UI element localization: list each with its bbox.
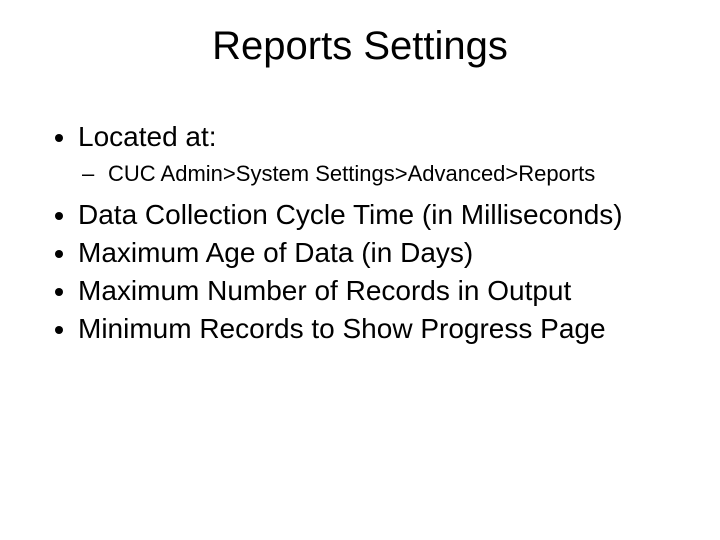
located-at-label: Located at: bbox=[78, 121, 217, 152]
sub-bullet-list: CUC Admin>System Settings>Advanced>Repor… bbox=[78, 160, 670, 188]
bullet-cycle-time: Data Collection Cycle Time (in Milliseco… bbox=[78, 198, 670, 232]
bullet-max-records: Maximum Number of Records in Output bbox=[78, 274, 670, 308]
sub-bullet-path: CUC Admin>System Settings>Advanced>Repor… bbox=[108, 160, 670, 188]
bullet-located-at: Located at: CUC Admin>System Settings>Ad… bbox=[78, 120, 670, 188]
bullet-list: Located at: CUC Admin>System Settings>Ad… bbox=[50, 120, 670, 346]
slide-title: Reports Settings bbox=[0, 24, 720, 69]
slide: Reports Settings Located at: CUC Admin>S… bbox=[0, 0, 720, 540]
bullet-max-age: Maximum Age of Data (in Days) bbox=[78, 236, 670, 270]
slide-body: Located at: CUC Admin>System Settings>Ad… bbox=[50, 120, 670, 350]
bullet-min-records: Minimum Records to Show Progress Page bbox=[78, 312, 670, 346]
